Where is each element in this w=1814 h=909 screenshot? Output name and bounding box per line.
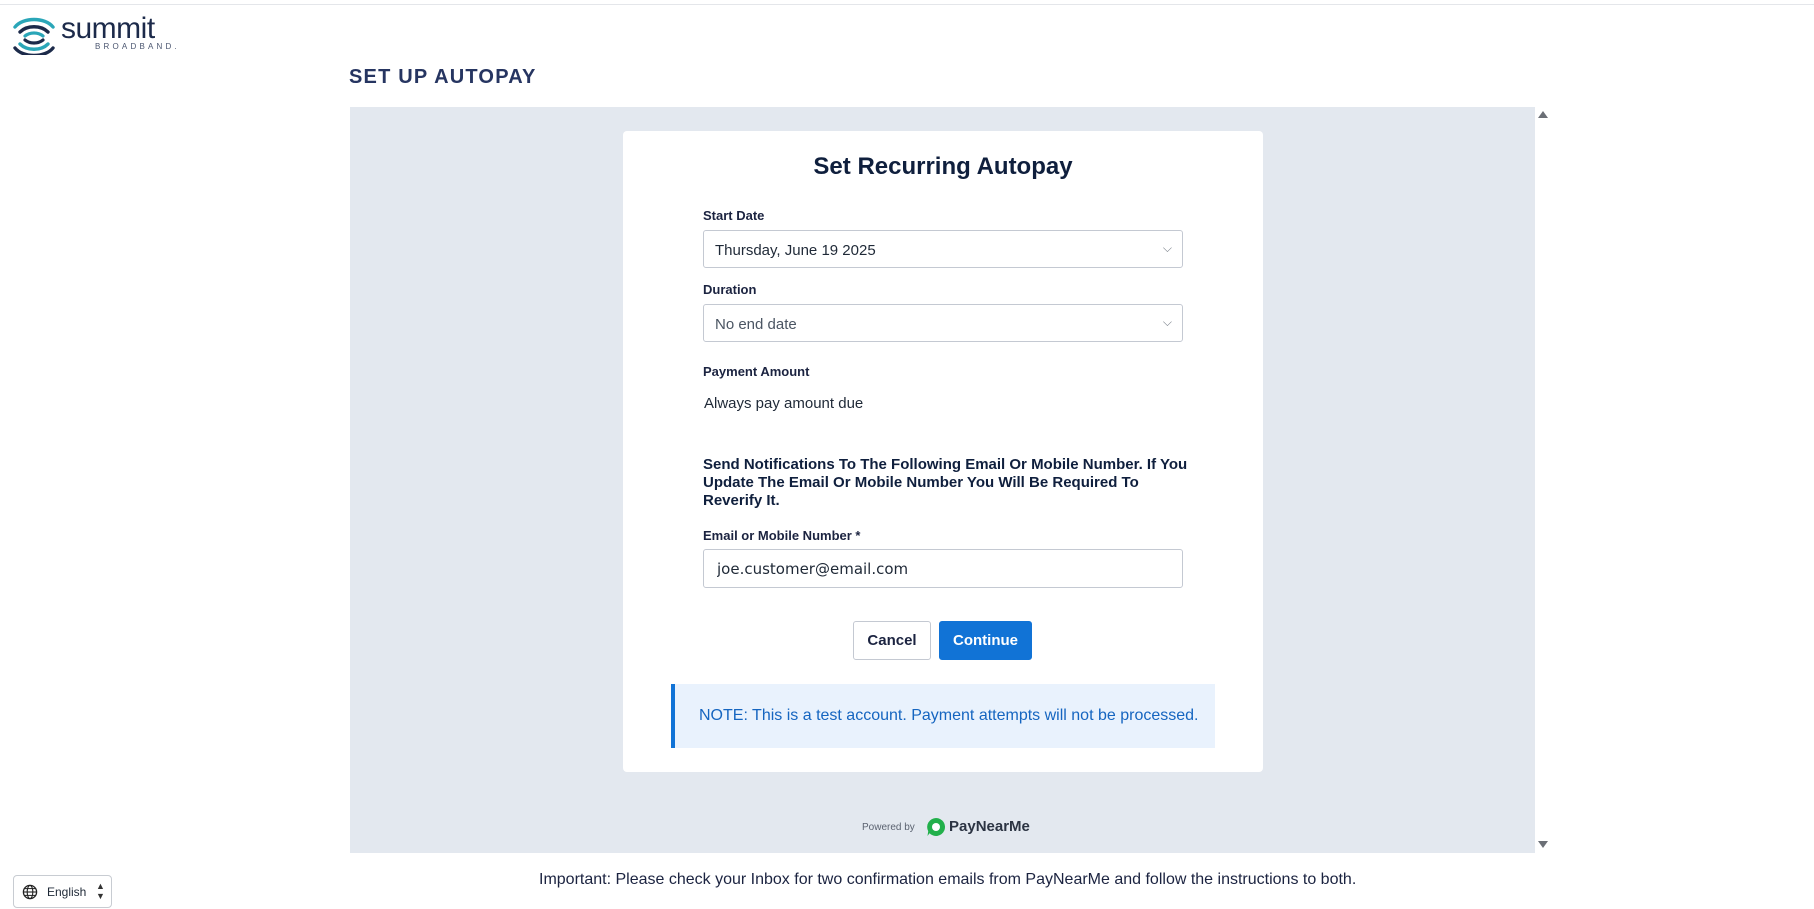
language-label: English [47, 885, 87, 899]
autopay-form-card [623, 131, 1263, 772]
notification-instructions: Send Notifications To The Following Emai… [703, 456, 1188, 509]
duration-value: No end date [715, 316, 797, 333]
start-date-value: Thursday, June 19 2025 [715, 242, 876, 259]
summit-logo[interactable]: summit BROADBAND. [11, 12, 177, 55]
paynearme-logo-icon [927, 817, 946, 836]
contact-label: Email or Mobile Number * [703, 528, 861, 543]
powered-by-label: Powered by [862, 822, 915, 833]
scroll-up-arrow-icon[interactable] [1538, 111, 1548, 118]
note-text: NOTE: This is a test account. Payment at… [699, 707, 1199, 724]
chevron-down-icon: ⌵ [1162, 315, 1172, 329]
form-title: Set Recurring Autopay [813, 153, 1073, 180]
continue-button[interactable]: Continue [939, 621, 1032, 660]
logo-tagline: BROADBAND. [95, 42, 180, 51]
test-account-note: NOTE: This is a test account. Payment at… [671, 684, 1215, 748]
chevron-down-icon: ⌵ [1162, 241, 1172, 255]
language-selector[interactable]: English ▲ ▼ [13, 875, 112, 908]
top-divider [0, 4, 1814, 5]
start-date-select[interactable]: Thursday, June 19 2025 ⌵ [703, 230, 1183, 268]
payment-amount-value: Always pay amount due [704, 395, 864, 412]
up-down-arrows-icon: ▲ ▼ [96, 881, 105, 901]
scroll-down-arrow-icon[interactable] [1538, 841, 1548, 848]
page-title: SET UP AUTOPAY [349, 66, 537, 88]
start-date-label: Start Date [703, 208, 765, 223]
duration-select[interactable]: No end date ⌵ [703, 304, 1183, 342]
payment-amount-label: Payment Amount [703, 364, 810, 379]
cancel-button[interactable]: Cancel [853, 621, 931, 660]
summit-logo-icon [13, 17, 55, 55]
logo-wordmark: summit [61, 12, 155, 45]
email-or-mobile-input[interactable] [703, 549, 1183, 588]
paynearme-wordmark: PayNearMe [949, 818, 1030, 835]
globe-icon [22, 884, 38, 900]
important-notice: Important: Please check your Inbox for t… [539, 871, 1357, 888]
duration-label: Duration [703, 282, 757, 297]
